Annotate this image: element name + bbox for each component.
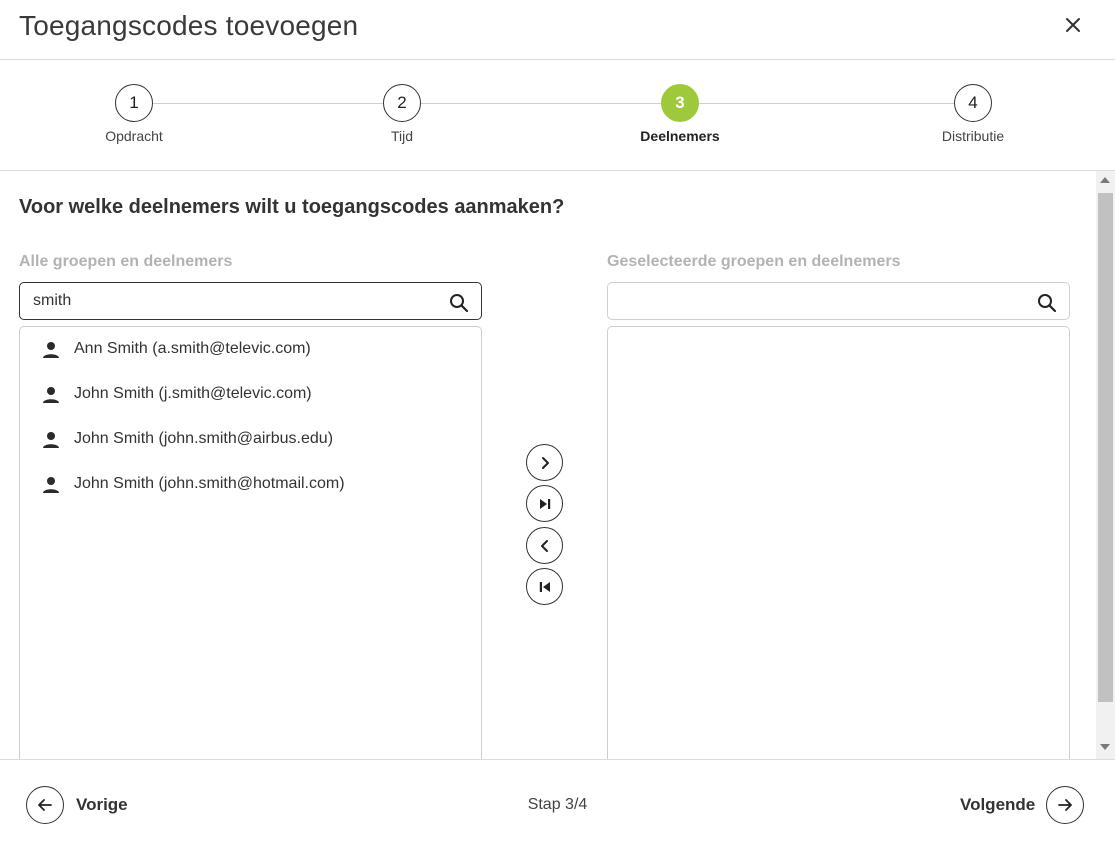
move-all-right-button[interactable] [526,485,563,522]
move-selected-right-button[interactable] [526,444,563,481]
stepper: 1 Opdracht 2 Tijd 3 Deelnemers 4 Distrib… [0,60,1115,171]
scroll-thumb[interactable] [1098,193,1113,702]
dialog-title: Toegangscodes toevoegen [19,10,359,41]
list-item[interactable]: John Smith (john.smith@hotmail.com) [40,470,460,500]
step-opdracht[interactable]: 1 Opdracht [54,84,214,144]
person-icon [43,432,59,448]
available-list: Ann Smith (a.smith@televic.com) John Smi… [19,326,482,759]
list-item-label: John Smith (j.smith@televic.com) [74,385,312,402]
skip-to-end-icon [540,499,551,509]
step-label: Distributie [941,128,1005,144]
person-icon [43,387,59,403]
close-icon [1066,18,1080,32]
main-content: Voor welke deelnemers wilt u toegangscod… [0,171,1096,759]
step-number: 2 [383,84,421,122]
step-label-active: Deelnemers [640,128,720,144]
step-deelnemers[interactable]: 3 Deelnemers [600,84,760,144]
scroll-down-arrow-icon[interactable] [1100,744,1110,750]
chevron-left-icon [541,540,548,552]
step-number: 4 [954,84,992,122]
list-item[interactable]: John Smith (j.smith@televic.com) [40,380,460,410]
dialog-footer: Vorige Stap 3/4 Volgende [0,759,1115,850]
list-item[interactable]: Ann Smith (a.smith@televic.com) [40,335,460,365]
selected-list [607,326,1070,759]
list-item-label: John Smith (john.smith@hotmail.com) [74,475,345,492]
list-item[interactable]: John Smith (john.smith@airbus.edu) [40,425,460,455]
search-icon[interactable] [448,292,470,314]
move-selected-left-button[interactable] [526,527,563,564]
skip-to-start-icon [539,582,550,592]
next-circle [1046,786,1084,824]
content-scrollbar[interactable] [1096,171,1115,759]
next-button[interactable]: Volgende [960,786,1084,824]
person-icon [43,477,59,493]
selected-list-label: Geselecteerde groepen en deelnemers [607,253,901,270]
arrow-right-icon [1058,799,1072,811]
available-search-box [19,282,482,320]
available-search-input[interactable] [33,290,433,312]
chevron-right-icon [542,457,549,469]
step-number: 1 [115,84,153,122]
person-icon [43,342,59,358]
question-heading: Voor welke deelnemers wilt u toegangscod… [19,196,565,218]
step-distributie[interactable]: 4 Distributie [893,84,1053,144]
close-button[interactable] [1060,12,1086,38]
stepper-line [134,103,973,104]
step-number-active: 3 [661,84,699,122]
next-label: Volgende [960,795,1036,814]
available-list-label: Alle groepen en deelnemers [19,253,233,270]
selected-search-input[interactable] [621,290,1021,312]
scroll-up-arrow-icon[interactable] [1100,177,1110,183]
list-item-label: Ann Smith (a.smith@televic.com) [74,340,311,357]
step-tijd[interactable]: 2 Tijd [322,84,482,144]
selected-search-box [607,282,1070,320]
move-all-left-button[interactable] [526,568,563,605]
step-indicator: Stap 3/4 [527,796,588,813]
search-icon[interactable] [1036,292,1058,314]
step-label: Opdracht [105,128,163,144]
list-item-label: John Smith (john.smith@airbus.edu) [74,430,334,447]
step-label: Tijd [390,128,414,144]
dialog-header: Toegangscodes toevoegen [0,0,1115,60]
